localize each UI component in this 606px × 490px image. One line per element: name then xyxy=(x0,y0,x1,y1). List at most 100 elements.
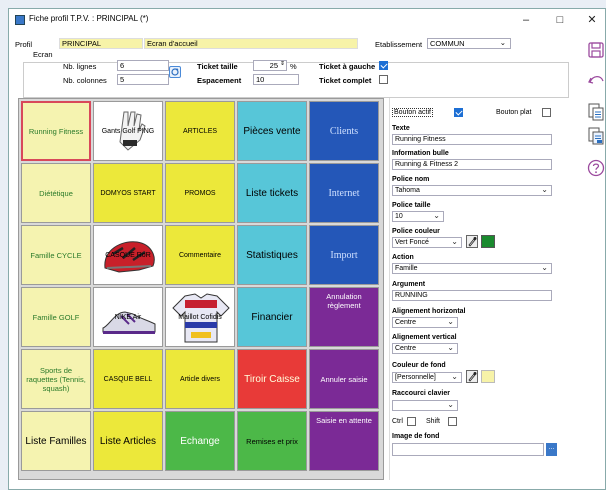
texte-label: Texte xyxy=(392,125,410,132)
police-taille-label: Police taille xyxy=(392,202,431,209)
minimize-button[interactable]: – xyxy=(515,12,537,28)
ticket-taille-stepper[interactable]: 25 ⇕ xyxy=(253,60,287,71)
ctrl-checkbox[interactable] xyxy=(407,417,416,426)
tile-dietetique[interactable]: Diététique xyxy=(21,163,91,223)
tile-annulation-reglement[interactable]: Annulation règlement xyxy=(309,287,379,347)
nb-colonnes-label: Nb. colonnes xyxy=(63,76,107,85)
align-v-select[interactable]: Centre ⌄ xyxy=(392,343,458,354)
tile-running-fitness[interactable]: Running Fitness xyxy=(21,101,91,161)
tile-commentaire[interactable]: Commentaire xyxy=(165,225,235,285)
tile-casque-bell[interactable]: CASQUE BELL xyxy=(93,349,163,409)
chevron-down-icon: ⌄ xyxy=(447,400,454,409)
tile-liste-tickets[interactable]: Liste tickets xyxy=(237,163,307,223)
browse-button[interactable]: ... xyxy=(546,443,557,456)
tile-saisie-en-attente[interactable]: Saisie en attente xyxy=(309,411,379,471)
tile-internet[interactable]: Internet xyxy=(309,163,379,223)
tile-liste-articles[interactable]: Liste Articles xyxy=(93,411,163,471)
tile-nike-air[interactable]: NIKE Air xyxy=(93,287,163,347)
tile-financier[interactable]: Financier xyxy=(237,287,307,347)
police-couleur-swatch xyxy=(481,235,495,248)
close-button[interactable]: ✕ xyxy=(581,12,603,28)
bouton-plat-checkbox[interactable] xyxy=(542,108,551,117)
profil-desc-field[interactable]: Ecran d'accueil xyxy=(144,38,358,49)
window-title: Fiche profil T.P.V. : PRINCIPAL (*) xyxy=(29,14,149,23)
maximize-button[interactable]: □ xyxy=(549,12,571,28)
action-select[interactable]: Famille ⌄ xyxy=(392,263,552,274)
profil-label: Profil xyxy=(15,40,33,49)
police-couleur-label: Police couleur xyxy=(392,228,440,235)
tile-sports-raquettes[interactable]: Sports de raquettes (Tennis, squash) xyxy=(21,349,91,409)
bouton-actif-label: Bouton actif xyxy=(392,108,433,117)
app-icon xyxy=(15,15,25,25)
tile-echange[interactable]: Echange xyxy=(165,411,235,471)
tile-famille-cycle[interactable]: Famille CYCLE xyxy=(21,225,91,285)
ticket-complet-label: Ticket complet xyxy=(319,76,372,85)
etablissement-label: Etablissement xyxy=(375,40,423,49)
info-bulle-label: Information bulle xyxy=(392,150,449,157)
properties-panel: Bouton actif Bouton plat Texte Running F… xyxy=(389,98,567,480)
raccourci-select[interactable]: ⌄ xyxy=(392,400,458,411)
chevron-down-icon: ⌄ xyxy=(451,372,458,381)
chevron-down-icon: ⌄ xyxy=(433,211,440,220)
image-fond-field[interactable] xyxy=(392,443,544,456)
chevron-down-icon: ⌄ xyxy=(541,263,548,272)
color-picker-icon[interactable] xyxy=(466,370,478,383)
tile-remises-et-prix[interactable]: Remises et prix xyxy=(237,411,307,471)
ctrl-label: Ctrl xyxy=(392,418,403,425)
tile-articles[interactable]: ARTICLES xyxy=(165,101,235,161)
police-couleur-select[interactable]: Vert Foncé ⌄ xyxy=(392,237,462,248)
texte-field[interactable]: Running Fitness xyxy=(392,134,552,145)
refresh-icon[interactable] xyxy=(169,66,181,78)
tile-liste-familles[interactable]: Liste Familles xyxy=(21,411,91,471)
document-list-icon[interactable] xyxy=(587,103,605,121)
argument-field[interactable]: RUNNING xyxy=(392,290,552,301)
save-icon[interactable] xyxy=(587,41,605,59)
align-v-label: Alignement vertical xyxy=(392,334,457,341)
nb-lignes-label: Nb. lignes xyxy=(63,62,97,71)
tile-promos[interactable]: PROMOS xyxy=(165,163,235,223)
stepper-icon[interactable]: ⇕ xyxy=(280,61,285,69)
document-copy-icon[interactable] xyxy=(587,127,605,145)
espacement-field[interactable]: 10 xyxy=(253,74,299,85)
nb-colonnes-field[interactable]: 5 xyxy=(117,74,169,85)
help-icon[interactable] xyxy=(587,159,605,177)
shift-checkbox[interactable] xyxy=(448,417,457,426)
button-grid: Running Fitness Gants Golf PING ARTICLES… xyxy=(18,98,384,480)
color-picker-icon[interactable] xyxy=(466,235,478,248)
ticket-gauche-checkbox[interactable] xyxy=(379,61,388,70)
shift-label: Shift xyxy=(426,418,441,425)
profile-window: Fiche profil T.P.V. : PRINCIPAL (*) – □ … xyxy=(8,8,606,490)
tile-domyos-start[interactable]: DOMYOS START xyxy=(93,163,163,223)
tile-tiroir-caisse[interactable]: Tiroir Caisse xyxy=(237,349,307,409)
profil-field[interactable]: PRINCIPAL xyxy=(59,38,143,49)
tile-casque-ror[interactable]: CASQUE RoR xyxy=(93,225,163,285)
tile-statistiques[interactable]: Statistiques xyxy=(237,225,307,285)
tile-maillot-cofidis[interactable]: Maillot Cofidis xyxy=(165,287,235,347)
align-h-select[interactable]: Centre ⌄ xyxy=(392,317,458,328)
couleur-fond-label: Couleur de fond xyxy=(392,362,446,369)
ticket-taille-label: Ticket taille xyxy=(197,62,238,71)
tile-article-divers[interactable]: Article divers xyxy=(165,349,235,409)
chevron-down-icon: ⌄ xyxy=(451,237,458,246)
info-bulle-field[interactable]: Running & Fitness 2 xyxy=(392,159,552,170)
tile-pieces-vente[interactable]: Pièces vente xyxy=(237,101,307,161)
police-nom-select[interactable]: Tahoma ⌄ xyxy=(392,185,552,196)
undo-icon[interactable] xyxy=(587,71,605,89)
couleur-fond-swatch xyxy=(481,370,495,383)
tile-clients[interactable]: Clients xyxy=(309,101,379,161)
ticket-complet-checkbox[interactable] xyxy=(379,75,388,84)
etablissement-select[interactable]: COMMUN ⌄ xyxy=(427,38,511,49)
tile-annuler-saisie[interactable]: Annuler saisie xyxy=(309,349,379,409)
couleur-fond-select[interactable]: [Personnelle] ⌄ xyxy=(392,372,462,383)
raccourci-label: Raccourci clavier xyxy=(392,390,450,397)
action-label: Action xyxy=(392,254,414,261)
align-h-label: Alignement horizontal xyxy=(392,308,466,315)
tile-famille-golf[interactable]: Famille GOLF xyxy=(21,287,91,347)
tile-import[interactable]: Import xyxy=(309,225,379,285)
nb-lignes-field[interactable]: 6 xyxy=(117,60,169,71)
bouton-actif-checkbox[interactable] xyxy=(454,108,463,117)
title-bar: Fiche profil T.P.V. : PRINCIPAL (*) – □ … xyxy=(9,9,605,31)
espacement-label: Espacement xyxy=(197,76,242,85)
police-taille-select[interactable]: 10 ⌄ xyxy=(392,211,444,222)
tile-gants-golf-ping[interactable]: Gants Golf PING xyxy=(93,101,163,161)
